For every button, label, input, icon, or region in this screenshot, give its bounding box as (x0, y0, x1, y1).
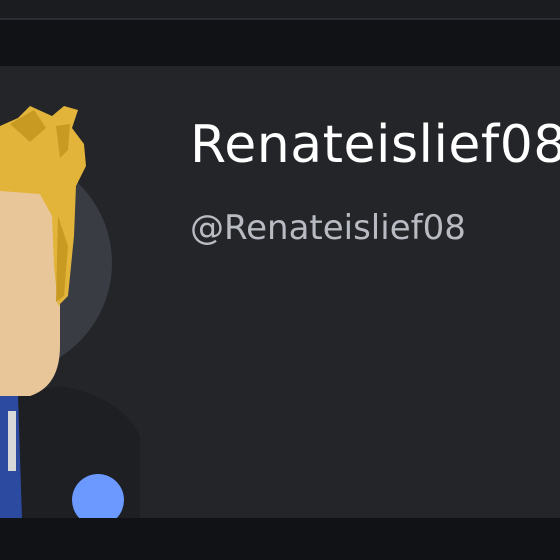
top-bar (0, 0, 560, 20)
display-name: Renateislief08 (190, 115, 560, 175)
username: @Renateislief08 (190, 208, 466, 248)
bottom-bar (0, 518, 560, 560)
avatar[interactable] (0, 66, 160, 518)
avatar-icon (0, 106, 140, 518)
header-gap (0, 20, 560, 66)
presence-dot-icon (72, 474, 124, 518)
